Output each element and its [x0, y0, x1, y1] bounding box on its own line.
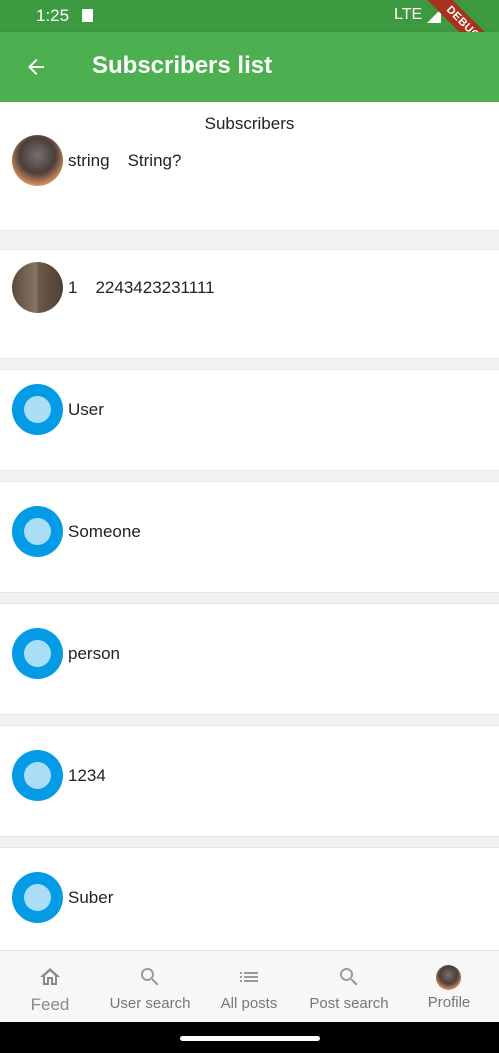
list-item[interactable]: 1 2243423231111 — [0, 250, 499, 358]
divider — [0, 714, 499, 726]
divider — [0, 470, 499, 482]
nav-feed[interactable]: Feed — [0, 951, 100, 1023]
search-icon — [141, 968, 159, 986]
search-icon — [340, 968, 358, 986]
avatar — [12, 384, 63, 435]
avatar — [12, 628, 63, 679]
list-item[interactable]: string String? — [0, 102, 499, 230]
avatar — [12, 750, 63, 801]
avatar — [12, 506, 63, 557]
divider — [0, 592, 499, 604]
network-type: LTE — [394, 6, 423, 23]
subscriber-name: string — [68, 151, 110, 170]
nav-all-posts[interactable]: All posts — [199, 951, 299, 1023]
list-item[interactable]: Someone — [0, 492, 499, 592]
divider — [0, 230, 499, 250]
list-icon — [240, 972, 258, 982]
bottom-nav: Feed User search All posts Post search P… — [0, 950, 499, 1023]
nav-label: Feed — [30, 995, 70, 1014]
list-item[interactable]: person — [0, 614, 499, 714]
nav-label: User search — [109, 995, 191, 1012]
divider — [0, 358, 499, 370]
divider — [0, 836, 499, 848]
avatar — [12, 262, 63, 313]
arrow-left-icon[interactable] — [24, 55, 48, 79]
subscriber-detail: String? — [127, 151, 182, 170]
list-item[interactable]: Suber — [0, 858, 499, 950]
subscriber-name: person — [68, 644, 120, 663]
nav-label: Profile — [427, 994, 471, 1011]
nav-profile[interactable]: Profile — [399, 951, 499, 1023]
nav-label: Post search — [309, 995, 389, 1012]
page-title: Subscribers list — [92, 52, 273, 79]
gesture-bar — [0, 1022, 499, 1053]
sd-card-icon — [82, 9, 93, 22]
subscriber-name: Suber — [68, 888, 114, 907]
subscribers-list[interactable]: Subscribers string String? 1 2243423231111… — [0, 102, 499, 950]
subscriber-detail: 2243423231111 — [95, 278, 215, 297]
home-icon — [40, 968, 60, 985]
nav-user-search[interactable]: User search — [100, 951, 200, 1023]
subscriber-name: 1 — [68, 278, 78, 297]
nav-label: All posts — [220, 995, 278, 1012]
list-item[interactable]: 1234 — [0, 736, 499, 836]
list-item[interactable]: User — [0, 370, 499, 470]
subscriber-name: 1234 — [68, 766, 106, 785]
app-bar: Subscribers list — [0, 32, 499, 102]
subscriber-name: Someone — [68, 522, 141, 541]
subscriber-name: User — [68, 400, 104, 419]
home-indicator[interactable] — [180, 1036, 320, 1041]
nav-post-search[interactable]: Post search — [299, 951, 399, 1023]
avatar — [436, 965, 461, 990]
avatar — [12, 135, 63, 186]
avatar — [12, 872, 63, 923]
status-time: 1:25 — [36, 6, 70, 25]
status-bar: 1:25 LTE — [0, 0, 499, 32]
